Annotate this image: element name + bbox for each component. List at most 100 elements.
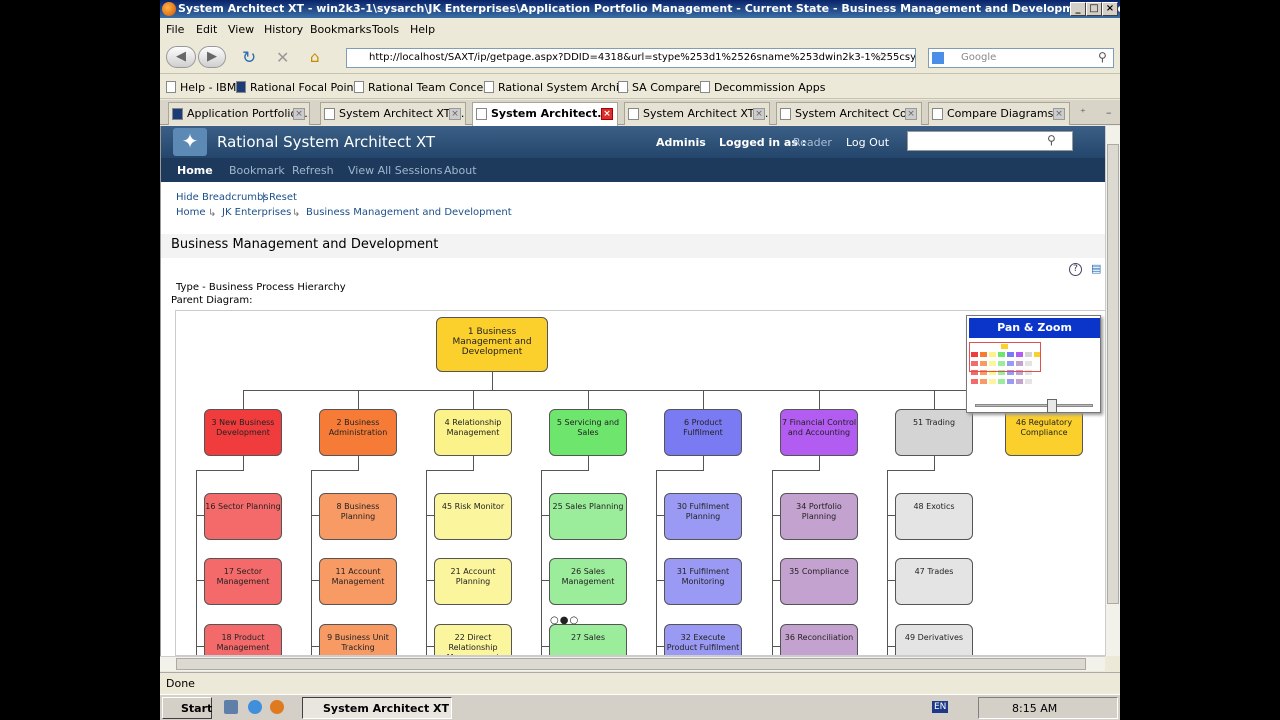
logout-link[interactable]: Log Out xyxy=(846,136,889,149)
process-hierarchy-diagram[interactable]: 1 Business Management and Development 3 … xyxy=(175,310,1105,656)
bookmark-item[interactable]: Rational Team Concert xyxy=(354,81,492,94)
hide-breadcrumbs-link[interactable]: Hide Breadcrumbs xyxy=(176,192,269,203)
quicklaunch-icon[interactable] xyxy=(224,700,238,714)
menu-file[interactable]: File xyxy=(166,23,184,36)
home-icon[interactable]: ⌂ xyxy=(310,48,320,66)
pager-dots[interactable]: ○●○ xyxy=(550,615,579,626)
node-level2[interactable]: 21 Account Planning xyxy=(434,558,512,605)
node-level2[interactable]: 26 Sales Management xyxy=(549,558,627,605)
node-level2[interactable]: 45 Risk Monitor xyxy=(434,493,512,540)
node-level1[interactable]: 2 Business Administration xyxy=(319,409,397,456)
magnifier-icon[interactable]: ⚲ xyxy=(1098,50,1107,64)
language-indicator[interactable]: EN xyxy=(932,701,949,713)
back-button[interactable]: ◀ xyxy=(166,46,196,68)
node-level1[interactable]: 6 Product Fulfilment xyxy=(664,409,742,456)
node-level2[interactable]: 22 Direct Relationship Management xyxy=(434,624,512,655)
menu-bookmarks[interactable]: Bookmarks xyxy=(310,23,371,36)
node-root[interactable]: 1 Business Management and Development xyxy=(436,317,548,372)
browser-tab[interactable]: System Architect XT ... × xyxy=(624,102,770,125)
connector-line xyxy=(656,580,664,581)
breadcrumb-home[interactable]: Home xyxy=(176,207,206,218)
node-level2[interactable]: 25 Sales Planning xyxy=(549,493,627,540)
node-level1[interactable]: 51 Trading xyxy=(895,409,973,456)
search-input[interactable]: Google xyxy=(928,48,1114,68)
node-level2[interactable]: 30 Fulfilment Planning xyxy=(664,493,742,540)
menu-tools[interactable]: Tools xyxy=(372,23,399,36)
browser-tab[interactable]: Compare Diagrams × xyxy=(928,102,1070,125)
reload-icon[interactable]: ↻ xyxy=(242,48,256,68)
help-icon[interactable]: ? xyxy=(1069,263,1082,276)
minimap-viewport[interactable] xyxy=(969,342,1041,372)
node-level2[interactable]: 16 Sector Planning xyxy=(204,493,282,540)
menu-help[interactable]: Help xyxy=(410,23,435,36)
connector-line xyxy=(196,515,204,516)
firefox-icon[interactable] xyxy=(270,700,284,714)
ie-icon[interactable] xyxy=(248,700,262,714)
star-icon[interactable]: ☆ xyxy=(876,50,888,65)
menu-view[interactable]: View xyxy=(228,23,254,36)
nav-home[interactable]: Home xyxy=(177,164,213,177)
url-input[interactable]: http://localhost/SAXT/ip/getpage.aspx?DD… xyxy=(346,48,916,68)
node-level2[interactable]: 49 Derivatives xyxy=(895,624,973,655)
node-level1[interactable]: 46 Regulatory Compliance xyxy=(1005,409,1083,456)
connector-line xyxy=(311,515,319,516)
node-level2[interactable]: 32 Execute Product Fulfilment xyxy=(664,624,742,655)
node-level2[interactable]: 35 Compliance xyxy=(780,558,858,605)
node-level2[interactable]: 8 Business Planning xyxy=(319,493,397,540)
tab-dropdown-icon[interactable]: – xyxy=(1106,106,1112,119)
forward-button[interactable]: ▶ xyxy=(198,46,226,68)
print-icon[interactable]: ▤ xyxy=(1091,262,1101,275)
bookmark-item[interactable]: Rational System Archi... xyxy=(484,81,629,94)
browser-tab[interactable]: System Architect Co... × xyxy=(776,102,922,125)
node-level2[interactable]: 48 Exotics xyxy=(895,493,973,540)
taskbar-app-button[interactable]: System Architect XT -... xyxy=(302,697,452,719)
zoom-slider[interactable] xyxy=(975,399,1093,413)
node-level1[interactable]: 5 Servicing and Sales xyxy=(549,409,627,456)
status-bar: Done xyxy=(160,672,1120,694)
horizontal-scrollbar[interactable] xyxy=(160,656,1105,671)
nav-view-all-sessions[interactable]: View All Sessions xyxy=(348,164,442,177)
nav-about[interactable]: About xyxy=(444,164,477,177)
menu-history[interactable]: History xyxy=(264,23,303,36)
node-level1[interactable]: 4 Relationship Management xyxy=(434,409,512,456)
connector-line xyxy=(887,580,895,581)
nav-refresh[interactable]: Refresh xyxy=(292,164,334,177)
node-level2[interactable]: 11 Account Management xyxy=(319,558,397,605)
stop-icon[interactable]: ✕ xyxy=(276,48,289,67)
maximize-button[interactable]: □ xyxy=(1086,2,1102,16)
node-level2[interactable]: 34 Portfolio Planning xyxy=(780,493,858,540)
node-level2[interactable]: 47 Trades xyxy=(895,558,973,605)
node-level2[interactable]: 18 Product Management xyxy=(204,624,282,655)
reset-link[interactable]: Reset xyxy=(269,192,297,203)
node-level1[interactable]: 7 Financial Control and Accounting xyxy=(780,409,858,456)
bookmark-item[interactable]: Rational Focal Point xyxy=(236,81,358,94)
zoom-slider-knob[interactable] xyxy=(1047,399,1057,413)
close-button[interactable]: × xyxy=(1102,2,1118,16)
pan-zoom-panel[interactable]: Pan & Zoom xyxy=(966,315,1101,413)
minimize-button[interactable]: _ xyxy=(1070,2,1086,16)
search-icon[interactable]: ⚲ xyxy=(1047,133,1056,147)
breadcrumb-jk[interactable]: JK Enterprises xyxy=(222,207,291,218)
bookmark-item[interactable]: Help - IBM xyxy=(166,81,236,94)
vertical-scrollbar[interactable] xyxy=(1105,126,1120,656)
start-button[interactable]: Start xyxy=(162,697,212,719)
node-level2[interactable]: 31 Fulfilment Monitoring xyxy=(664,558,742,605)
bookmark-item[interactable]: Decommission Apps xyxy=(700,81,825,94)
node-level1[interactable]: 3 New Business Development xyxy=(204,409,282,456)
node-level2[interactable]: 36 Reconciliation xyxy=(780,624,858,655)
navigation-toolbar: ◀ ▶ ↻ ✕ ⌂ http://localhost/SAXT/ip/getpa… xyxy=(160,40,1120,74)
browser-tab[interactable]: System Architect XT ... × xyxy=(320,102,466,125)
pan-zoom-minimap[interactable] xyxy=(969,342,1043,396)
firefox-icon xyxy=(162,2,176,16)
bookmark-item[interactable]: SA Compare xyxy=(618,81,700,94)
node-level2[interactable]: 17 Sector Management xyxy=(204,558,282,605)
menu-edit[interactable]: Edit xyxy=(196,23,217,36)
connector-line xyxy=(196,470,244,471)
browser-tab[interactable]: Application Portfolio ... × xyxy=(168,102,310,125)
node-level2[interactable]: 9 Business Unit Tracking xyxy=(319,624,397,655)
browser-tab-active[interactable]: System Architect... × xyxy=(472,102,618,126)
nav-bookmark[interactable]: Bookmark xyxy=(229,164,285,177)
tab-list-icon[interactable]: ⁺ xyxy=(1080,106,1086,119)
node-level2[interactable]: 27 Sales xyxy=(549,624,627,655)
breadcrumb-current[interactable]: Business Management and Development xyxy=(306,207,512,218)
